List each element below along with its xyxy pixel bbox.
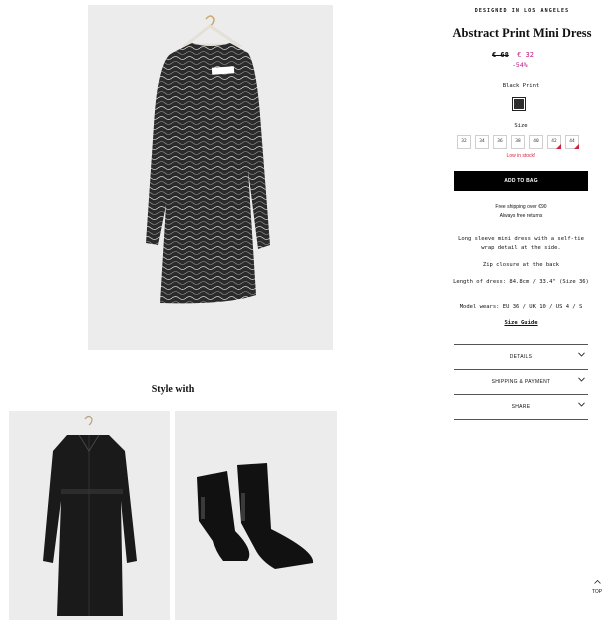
size-option-34[interactable]: 34 — [475, 135, 489, 149]
description-model: Model wears: EU 36 / UK 10 / US 4 / S — [459, 304, 583, 310]
description-length: Length of dress: 84.8cm / 33.4" (Size 36… — [453, 279, 589, 285]
size-option-40[interactable]: 40 — [529, 135, 543, 149]
chevron-down-icon — [578, 352, 585, 357]
back-to-top-button[interactable]: TOP — [590, 571, 604, 595]
style-with-heading: Style with — [151, 384, 195, 395]
add-to-bag-button[interactable]: ADD TO BAG — [454, 171, 588, 191]
shipping-info: Free shipping over €90 Always free retur… — [453, 203, 589, 221]
size-label: Size — [514, 123, 528, 129]
brand-tagline: DESIGNED IN LOS ANGELES — [474, 8, 570, 14]
chevron-up-icon — [593, 579, 601, 584]
size-option-42[interactable]: 42 — [547, 135, 561, 149]
size-guide-link[interactable]: Size Guide — [453, 320, 589, 326]
product-main-image[interactable] — [88, 5, 333, 350]
low-stock-marker — [574, 144, 579, 149]
low-stock-marker — [556, 144, 561, 149]
product-title: Abstract Print Mini Dress — [452, 26, 592, 40]
accordion-details-label: DETAILS — [509, 354, 533, 360]
original-price: € 68 — [492, 51, 509, 59]
size-option-32[interactable]: 32 — [457, 135, 471, 149]
color-swatch-black-print[interactable] — [512, 97, 526, 111]
boots-illustration — [197, 463, 314, 569]
accordion-bottom-divider — [454, 419, 588, 420]
price-row: € 68 € 32 — [492, 51, 534, 59]
discount-badge: -54% — [512, 61, 528, 69]
size-option-44[interactable]: 44 — [565, 135, 579, 149]
style-with-item-boots[interactable] — [175, 411, 337, 620]
description-closure: Zip closure at the back — [482, 262, 560, 268]
dress-illustration — [146, 15, 270, 304]
back-to-top-label: TOP — [591, 589, 603, 595]
color-label: Black Print — [502, 83, 540, 89]
size-option-36[interactable]: 36 — [493, 135, 507, 149]
size-option-38[interactable]: 38 — [511, 135, 525, 149]
low-stock-notice: Low in stock! — [506, 153, 536, 159]
shipping-free-threshold: Free shipping over €90 — [495, 204, 547, 210]
coat-illustration — [43, 415, 137, 616]
accordion-share[interactable]: SHARE — [454, 394, 588, 419]
style-with-item-coat[interactable] — [9, 411, 170, 620]
accordion-shipping-payment[interactable]: SHIPPING & PAYMENT — [454, 369, 588, 394]
chevron-down-icon — [578, 377, 585, 382]
accordion-share-label: SHARE — [511, 404, 531, 410]
sale-price: € 32 — [517, 51, 534, 59]
shipping-free-returns: Always free returns — [499, 213, 543, 219]
description-summary: Long sleeve mini dress with a self-tie w… — [458, 236, 584, 251]
chevron-down-icon — [578, 402, 585, 407]
accordion-shipping-label: SHIPPING & PAYMENT — [491, 379, 551, 385]
accordion-details[interactable]: DETAILS — [454, 344, 588, 369]
